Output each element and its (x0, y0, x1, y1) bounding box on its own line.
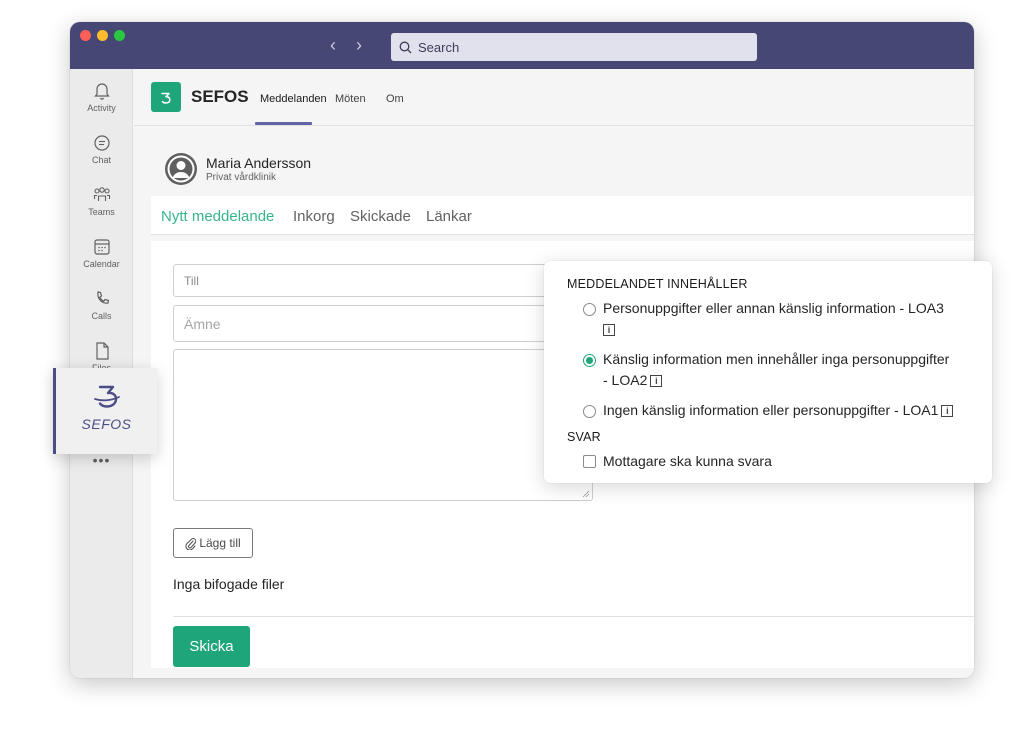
rail-item-chat[interactable]: Chat (70, 133, 133, 165)
search-placeholder: Search (418, 39, 460, 55)
option-loa3-label[interactable]: Personuppgifter eller annan känslig info… (603, 298, 944, 340)
active-tab-indicator (255, 122, 312, 125)
option-text: Personuppgifter eller annan känslig info… (603, 300, 944, 316)
tab-moten[interactable]: Möten (335, 93, 366, 105)
option-loa1-label[interactable]: Ingen känslig information eller personup… (603, 400, 954, 421)
reply-allowed-checkbox[interactable] (583, 455, 596, 468)
no-attachments-text: Inga bifogade filer (173, 576, 285, 592)
tab-nytt-meddelande[interactable]: Nytt meddelande (161, 208, 274, 225)
radio-loa1[interactable] (583, 405, 596, 418)
app-header: SEFOS Meddelanden Möten Om (134, 69, 974, 126)
tab-om[interactable]: Om (386, 93, 404, 105)
minimize-window-button[interactable] (97, 30, 108, 41)
sefos-logo-icon (93, 385, 120, 408)
tab-meddelanden[interactable]: Meddelanden (260, 93, 327, 105)
option-text-continued: - LOA2 (603, 372, 648, 388)
phone-icon (96, 291, 109, 304)
search-icon (399, 41, 412, 53)
rail-item-label: Teams (88, 207, 115, 217)
forward-arrow-icon[interactable]: › (356, 36, 362, 54)
chat-icon (93, 135, 110, 151)
message-tabs: Nytt meddelande Inkorg Skickade Länkar (151, 196, 974, 235)
rail-item-activity[interactable]: Activity (70, 81, 133, 113)
rail-item-label: Calendar (83, 259, 120, 269)
rail-item-label: Activity (87, 103, 116, 113)
back-arrow-icon[interactable]: ‹ (330, 36, 336, 54)
close-window-button[interactable] (80, 30, 91, 41)
rail-item-teams[interactable]: Teams (70, 185, 133, 217)
reply-allowed-label[interactable]: Mottagare ska kunna svara (603, 451, 772, 472)
reply-heading: SVAR (567, 430, 601, 444)
user-name: Maria Andersson (206, 155, 312, 171)
more-apps-button[interactable]: ••• (70, 452, 133, 468)
info-icon[interactable]: i (941, 405, 954, 418)
search-input[interactable]: Search (391, 33, 757, 61)
subject-input[interactable]: Ämne (173, 305, 563, 342)
attach-label: Lägg till (199, 536, 241, 550)
info-icon[interactable]: i (650, 375, 663, 388)
avatar (165, 153, 197, 185)
sefos-app-logo-icon (151, 82, 181, 112)
maximize-window-button[interactable] (114, 30, 125, 41)
rail-item-calls[interactable]: Calls (70, 289, 133, 321)
resize-handle-icon[interactable] (582, 490, 590, 498)
message-body-textarea[interactable] (173, 349, 593, 501)
info-icon[interactable]: i (603, 324, 615, 337)
rail-item-label: Calls (91, 311, 112, 321)
title-bar: ‹ › Search (70, 22, 974, 69)
send-button[interactable]: Skicka (173, 626, 250, 667)
rail-item-sefos[interactable]: SEFOS (53, 368, 157, 454)
radio-loa3[interactable] (583, 303, 596, 316)
classification-heading: MEDDELANDET INNEHÅLLER (567, 277, 748, 291)
file-icon (95, 342, 109, 360)
tab-skickade[interactable]: Skickade (350, 208, 411, 225)
tab-inkorg[interactable]: Inkorg (293, 208, 335, 225)
rail-item-label: Chat (91, 155, 111, 165)
calendar-icon (93, 239, 110, 255)
rail-item-calendar[interactable]: Calendar (70, 237, 133, 269)
user-organization: Privat vårdklinik (206, 172, 277, 183)
user-card: Maria Andersson Privat vårdklinik (150, 140, 974, 196)
divider (173, 616, 974, 617)
recipient-input[interactable]: Till (173, 264, 563, 297)
option-text: Ingen känslig information eller personup… (603, 402, 939, 418)
tab-lankar[interactable]: Länkar (426, 208, 472, 225)
attach-file-button[interactable]: Lägg till (173, 528, 253, 558)
paperclip-icon (185, 537, 197, 550)
radio-loa2[interactable] (583, 354, 596, 367)
teams-icon (93, 187, 110, 201)
classification-popover: MEDDELANDET INNEHÅLLER Personuppgifter e… (544, 261, 992, 483)
bell-icon (93, 83, 110, 100)
option-text: Känslig information men innehåller inga … (603, 351, 950, 367)
app-name: SEFOS (191, 87, 249, 106)
option-loa2-label[interactable]: Känslig information men innehåller inga … (603, 349, 949, 391)
rail-item-sefos-label: SEFOS (81, 416, 132, 432)
